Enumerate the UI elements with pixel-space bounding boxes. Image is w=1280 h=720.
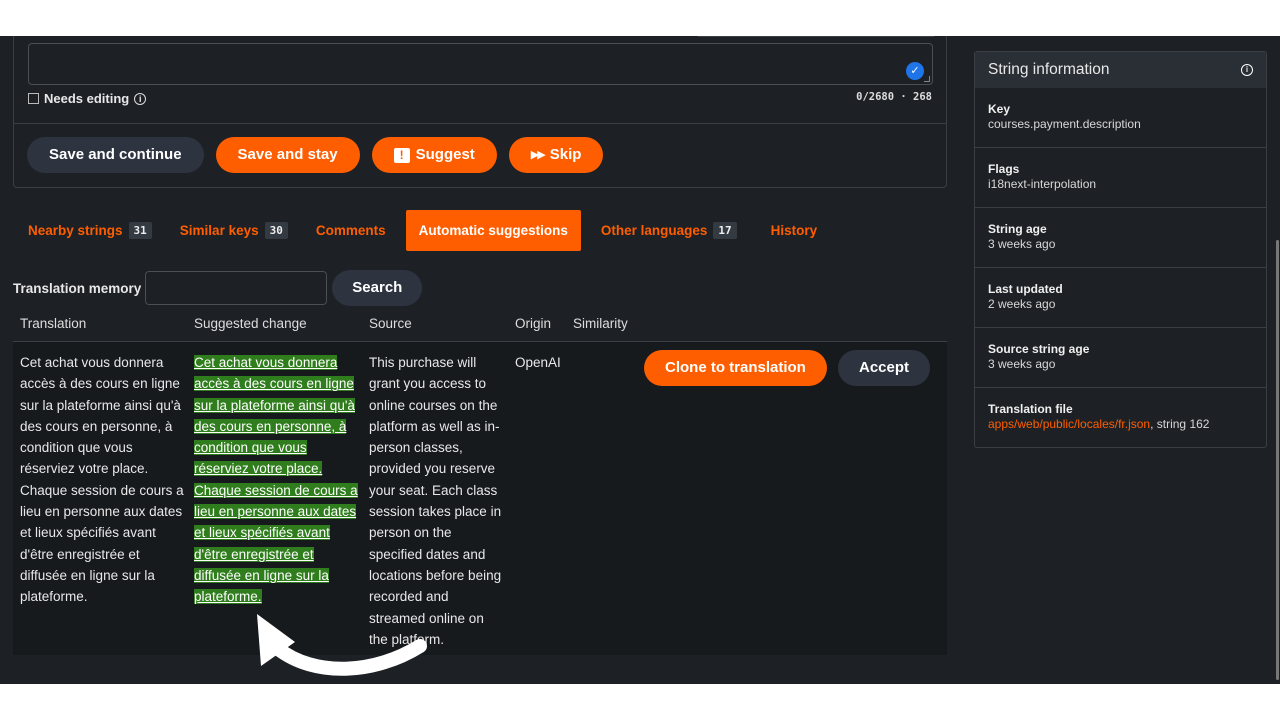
save-continue-button[interactable]: Save and continue [27,137,204,173]
divider [14,123,946,124]
table-row: Cet achat vous donnera accès à des cours… [13,342,947,655]
tab-automatic-suggestions[interactable]: Automatic suggestions [405,210,581,251]
save-stay-button[interactable]: Save and stay [215,137,360,173]
translation-file-link[interactable]: apps/web/public/locales/fr.json [988,417,1150,431]
search-button[interactable]: Search [332,270,423,306]
info-last-updated: Last updated 2 weeks ago [975,268,1266,328]
info-translation-file: Translation file apps/web/public/locales… [975,388,1266,448]
column-header: Source [369,316,412,331]
info-label: Key [988,102,1011,116]
tab-label: History [770,223,818,238]
tab-comments[interactable]: Comments [302,210,400,251]
needs-editing-control[interactable]: Needs editing i [28,91,147,106]
tab-other-languages[interactable]: Other languages 17 [587,210,751,251]
info-value: courses.payment.description [988,117,1141,131]
info-label: Translation file [988,402,1073,416]
editor-card: ✓ Needs editing i 0/2680 · 268 Save and … [13,36,947,188]
translation-file-suffix: , string 162 [1150,417,1210,431]
suggested-change-text: Cet achat vous donnera accès à des cours… [194,355,358,605]
column-header: Origin [515,316,552,331]
translation-textarea[interactable]: ✓ [28,43,933,85]
info-key: Key courses.payment.description [975,88,1266,148]
suggest-icon: ! [393,147,410,163]
suggest-button[interactable]: ! Suggest [371,137,497,173]
info-value: 2 weeks ago [988,297,1056,311]
curved-arrow-icon [257,614,427,676]
tab-count: 17 [713,222,737,239]
scrollbar-track[interactable] [1274,36,1280,684]
needs-editing-label: Needs editing [44,91,130,106]
tab-nearby-strings[interactable]: Nearby strings 31 [14,210,166,251]
info-value: 3 weeks ago [988,237,1056,251]
info-flags: Flags i18next-interpolation [975,148,1266,208]
tab-label: Other languages [600,223,708,238]
accept-button[interactable]: Accept [838,350,931,386]
column-header: Suggested change [194,316,307,331]
tab-label: Comments [315,223,386,238]
info-icon[interactable]: i [1241,64,1253,76]
info-string-age: String age 3 weeks ago [975,208,1266,268]
info-label: Last updated [988,282,1063,296]
info-value: 3 weeks ago [988,357,1056,371]
info-source-string-age: Source string age 3 weeks ago [975,328,1266,388]
character-counter: 0/2680 · 268 [856,91,932,103]
tab-bar: Nearby strings 31 Similar keys 30 Comments… [14,210,831,251]
translation-memory-search: Translation memory Search [13,270,423,306]
info-label: Flags [988,162,1020,176]
app-window: ✓ Needs editing i 0/2680 · 268 Save and … [0,36,1280,684]
scrollbar-thumb[interactable] [1276,240,1279,680]
tab-label: Similar keys [179,223,259,238]
column-header: Translation [20,316,87,331]
needs-editing-checkbox[interactable] [28,93,39,104]
info-label: Source string age [988,342,1090,356]
clone-to-translation-button[interactable]: Clone to translation [644,350,827,386]
info-icon[interactable]: i [134,92,147,105]
tab-label: Automatic suggestions [418,223,568,238]
check-badge-icon: ✓ [906,62,924,80]
skip-icon: ▶▶ [530,149,546,161]
editor-button-row: Save and continue Save and stay ! Suggest… [27,137,604,173]
table-header: Translation Suggested change Source Orig… [13,312,947,342]
panel-header: String information i [975,52,1266,88]
tab-count: 31 [128,222,152,239]
translation-memory-label: Translation memory [13,280,142,296]
save-stay-label: Save and stay [237,146,338,163]
origin-cell: OpenAI [515,355,561,370]
tab-label: Nearby strings [28,223,123,238]
suggested-change-cell: Cet achat vous donnera accès à des cours… [194,352,359,608]
panel-title: String information [988,61,1110,78]
resize-handle[interactable] [924,76,930,82]
translation-cell: Cet achat vous donnera accès à des cours… [20,355,184,605]
suggestions-table: Translation Suggested change Source Orig… [13,312,947,655]
tab-similar-keys[interactable]: Similar keys 30 [166,210,302,251]
save-continue-label: Save and continue [49,146,182,163]
info-value: apps/web/public/locales/fr.json, string … [988,417,1253,431]
column-header: Similarity [573,316,628,331]
info-label: String age [988,222,1047,236]
tab-history[interactable]: History [751,210,832,251]
skip-label: Skip [549,146,582,163]
info-value: i18next-interpolation [988,177,1097,191]
tab-count: 30 [264,222,288,239]
top-toolbar-strip [698,36,934,37]
suggest-label: Suggest [415,146,475,163]
skip-button[interactable]: ▶▶ Skip [508,137,604,173]
string-information-panel: String information i Key courses.payment… [974,51,1267,448]
source-cell: This purchase will grant you access to o… [369,355,502,647]
translation-memory-input[interactable] [145,271,328,305]
